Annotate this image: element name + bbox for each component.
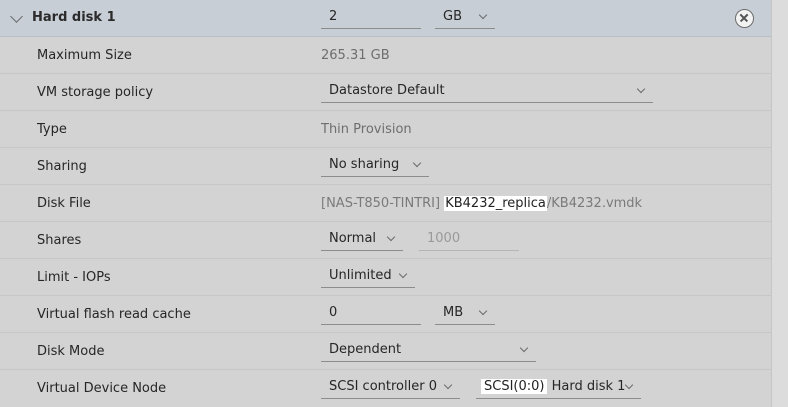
disk-file-name: /KB4232.vmdk (546, 196, 643, 211)
sharing-value: No sharing (329, 157, 400, 172)
disk-file-datastore: [NAS-T850-TINTRI] (321, 196, 441, 211)
remove-disk-button[interactable] (735, 9, 754, 28)
disk-size-unit-select[interactable]: GB (435, 7, 495, 29)
device-node-label: Virtual Device Node (37, 381, 167, 396)
scsi-controller-select[interactable]: SCSI controller 0 (321, 377, 460, 399)
chevron-down-icon (443, 380, 453, 390)
maximum-size-value: 265.31 GB (321, 48, 390, 63)
hard-disk-header: Hard disk 1 2 GB (0, 0, 771, 37)
disk-file-path: [NAS-T850-TINTRI] KB4232_replica/KB4232.… (321, 185, 642, 222)
flash-cache-input[interactable]: 0 (321, 303, 421, 325)
chevron-down-icon (412, 158, 422, 168)
row-device-node: Virtual Device Node SCSI controller 0 SC… (0, 370, 771, 407)
row-sharing: Sharing No sharing (0, 148, 771, 185)
row-disk-mode: Disk Mode Dependent (0, 333, 771, 370)
scsi-controller-value: SCSI controller 0 (329, 379, 437, 394)
sharing-label: Sharing (37, 159, 87, 174)
disk-file-label: Disk File (37, 196, 91, 211)
shares-number-input[interactable]: 1000 (419, 229, 519, 251)
chevron-down-icon[interactable] (10, 10, 23, 23)
storage-policy-label: VM storage policy (37, 85, 154, 100)
flash-cache-unit-label: MB (443, 305, 464, 320)
row-flash-cache: Virtual flash read cache 0 MB (0, 296, 771, 333)
chevron-down-icon (636, 84, 646, 94)
limit-iops-select[interactable]: Unlimited (321, 266, 415, 288)
chevron-down-icon (386, 232, 396, 242)
shares-select[interactable]: Normal (321, 229, 403, 251)
row-limit-iops: Limit - IOPs Unlimited (0, 259, 771, 296)
chevron-down-icon (624, 380, 634, 390)
shares-label: Shares (37, 233, 82, 248)
section-title[interactable]: Hard disk 1 (32, 10, 116, 25)
disk-size-unit-label: GB (443, 9, 462, 24)
limit-iops-label: Limit - IOPs (37, 270, 111, 285)
disk-size-input[interactable]: 2 (321, 7, 421, 29)
maximum-size-label: Maximum Size (37, 48, 132, 63)
storage-policy-value: Datastore Default (329, 83, 445, 98)
row-type: Type Thin Provision (0, 111, 771, 148)
sharing-select[interactable]: No sharing (321, 155, 429, 177)
disk-file-folder-highlight: KB4232_replica (444, 196, 547, 211)
disk-mode-value: Dependent (329, 342, 402, 357)
limit-iops-value: Unlimited (329, 268, 392, 283)
type-label: Type (37, 122, 67, 137)
flash-cache-label: Virtual flash read cache (37, 307, 191, 322)
chevron-down-icon (478, 306, 488, 316)
scsi-node-select[interactable]: SCSI(0:0) Hard disk 1 (476, 377, 641, 399)
row-shares: Shares Normal 1000 (0, 222, 771, 259)
disk-mode-label: Disk Mode (37, 344, 105, 359)
hard-disk-panel: Hard disk 1 2 GB Maximum Size 265.31 GB … (0, 0, 771, 407)
scsi-node-suffix: Hard disk 1 (551, 379, 626, 394)
shares-value: Normal (329, 231, 377, 246)
chevron-down-icon (398, 269, 408, 279)
scsi-node-highlight: SCSI(0:0) (481, 379, 548, 394)
storage-policy-select[interactable]: Datastore Default (321, 81, 653, 103)
vertical-scrollbar[interactable] (771, 0, 788, 407)
chevron-down-icon (519, 343, 529, 353)
row-storage-policy: VM storage policy Datastore Default (0, 74, 771, 111)
flash-cache-unit-select[interactable]: MB (435, 303, 495, 325)
chevron-down-icon (478, 10, 488, 20)
row-maximum-size: Maximum Size 265.31 GB (0, 37, 771, 74)
row-disk-file: Disk File [NAS-T850-TINTRI] KB4232_repli… (0, 185, 771, 222)
type-value: Thin Provision (321, 122, 412, 137)
disk-mode-select[interactable]: Dependent (321, 340, 536, 362)
